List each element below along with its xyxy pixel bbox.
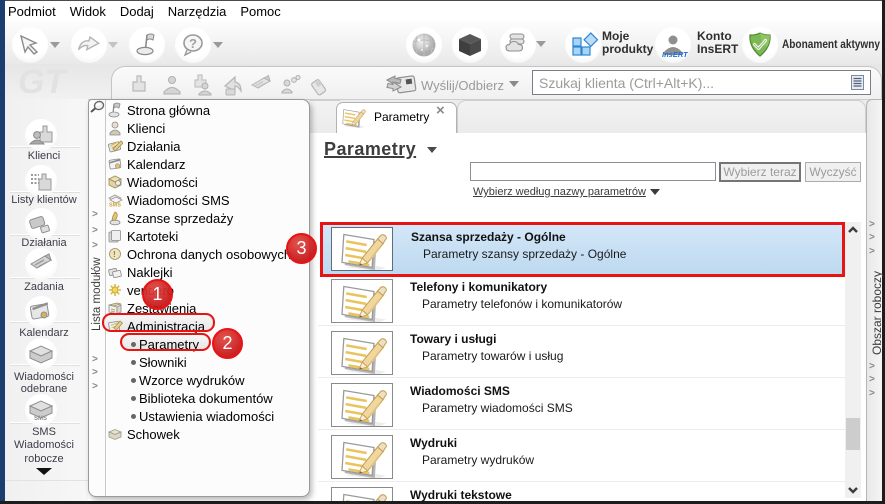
svg-text:SMS: SMS bbox=[34, 416, 47, 422]
svg-text:!: ! bbox=[113, 250, 116, 259]
svg-text:InsERT: InsERT bbox=[662, 50, 689, 59]
svg-text:SMS: SMS bbox=[109, 203, 121, 209]
svg-text:?: ? bbox=[189, 36, 197, 51]
